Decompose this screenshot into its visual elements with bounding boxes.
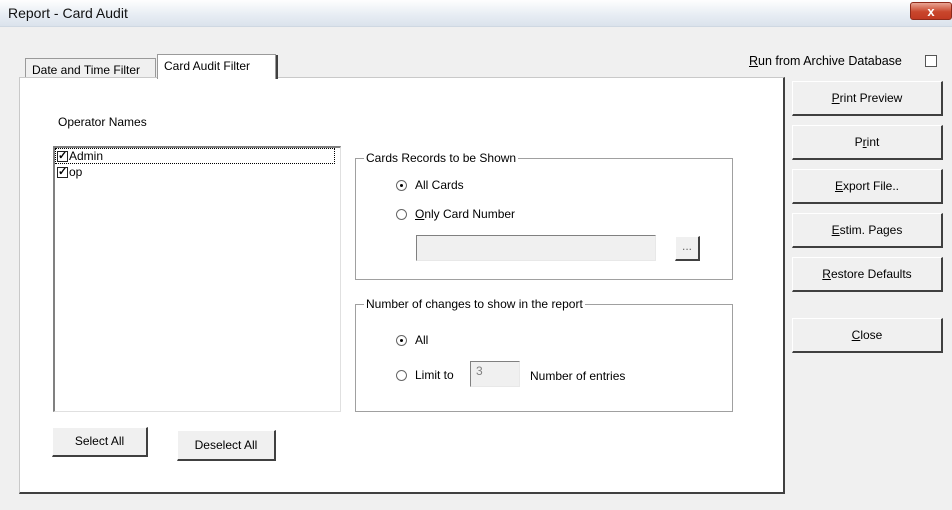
radio-only-card-number-label: Only Card Number	[415, 207, 515, 221]
radio-limit-to[interactable]: Limit to	[396, 368, 454, 382]
number-of-entries-label: Number of entries	[530, 369, 626, 383]
window-close-button[interactable]: x	[910, 2, 952, 20]
cards-records-group-title: Cards Records to be Shown	[364, 151, 519, 165]
deselect-all-button[interactable]: Deselect All	[177, 430, 276, 461]
card-number-input[interactable]	[416, 235, 656, 261]
title-bar[interactable]: Report - Card Audit x	[0, 0, 952, 27]
print-button[interactable]: Print	[792, 125, 943, 160]
operator-name: Admin	[69, 149, 104, 163]
estim-rest: stim. Pages	[839, 223, 903, 237]
check-icon[interactable]: ✓	[57, 150, 68, 162]
restore-accel: R	[822, 267, 831, 281]
number-of-changes-group-title: Number of changes to show in the report	[364, 297, 585, 311]
radio-dot-icon	[396, 179, 407, 191]
list-item[interactable]: ✓ op	[55, 164, 340, 180]
export-file-button[interactable]: Export File..	[792, 169, 943, 204]
restore-defaults-button[interactable]: Restore Defaults	[792, 257, 943, 292]
estim-pages-button[interactable]: Estim. Pages	[792, 213, 943, 248]
operator-names-heading: Operator Names	[58, 115, 147, 129]
only-card-accel: O	[415, 207, 425, 221]
restore-rest: estore Defaults	[830, 267, 912, 281]
print-preview-button[interactable]: Print Preview	[792, 81, 943, 116]
print-pre: P	[854, 135, 863, 149]
close-button[interactable]: Close	[792, 318, 943, 353]
close-rest: lose	[860, 328, 883, 342]
print-preview-rest: rint Preview	[839, 91, 903, 105]
operator-name: op	[69, 165, 83, 179]
number-of-changes-group	[355, 304, 733, 412]
check-icon[interactable]: ✓	[57, 166, 68, 178]
window-title: Report - Card Audit	[8, 5, 128, 21]
print-rest: int	[866, 135, 880, 149]
radio-dot-icon	[396, 334, 407, 346]
radio-dot-icon	[396, 369, 407, 381]
radio-all-cards[interactable]: All Cards	[396, 178, 464, 192]
export-rest: xport File..	[843, 179, 900, 193]
close-icon: x	[927, 4, 935, 19]
radio-all-changes-label: All	[415, 333, 429, 347]
select-all-button[interactable]: Select All	[52, 427, 148, 457]
radio-dot-icon	[396, 208, 407, 220]
only-card-rest: nly Card Number	[424, 207, 516, 221]
limit-entries-input[interactable]: 3	[470, 361, 520, 387]
browse-card-button[interactable]: ...	[675, 236, 700, 261]
archive-label-accel: R	[749, 54, 759, 68]
radio-all-cards-label: All Cards	[415, 178, 464, 192]
radio-limit-to-label: Limit to	[415, 368, 454, 382]
radio-all-changes[interactable]: All	[396, 333, 428, 347]
tab-date-and-time-filter[interactable]: Date and Time Filter	[25, 58, 156, 78]
estim-accel: E	[831, 223, 840, 237]
operator-names-list[interactable]: ✓ Admin ✓ op	[53, 146, 341, 412]
tab-card-audit-filter[interactable]: Card Audit Filter	[157, 54, 278, 79]
archive-label-rest: un from Archive Database	[758, 54, 902, 68]
report-dialog: Report - Card Audit x Date and Time Filt…	[0, 0, 952, 510]
archive-database-checkbox[interactable]	[925, 55, 937, 67]
radio-only-card-number[interactable]: Only Card Number	[396, 207, 515, 221]
tab-label: Card Audit Filter	[164, 59, 251, 73]
archive-database-label[interactable]: Run from Archive Database	[749, 54, 902, 68]
tab-label: Date and Time Filter	[32, 63, 141, 77]
export-accel: E	[834, 179, 843, 193]
list-item[interactable]: ✓ Admin	[55, 148, 335, 164]
print-preview-accel: P	[831, 91, 840, 105]
